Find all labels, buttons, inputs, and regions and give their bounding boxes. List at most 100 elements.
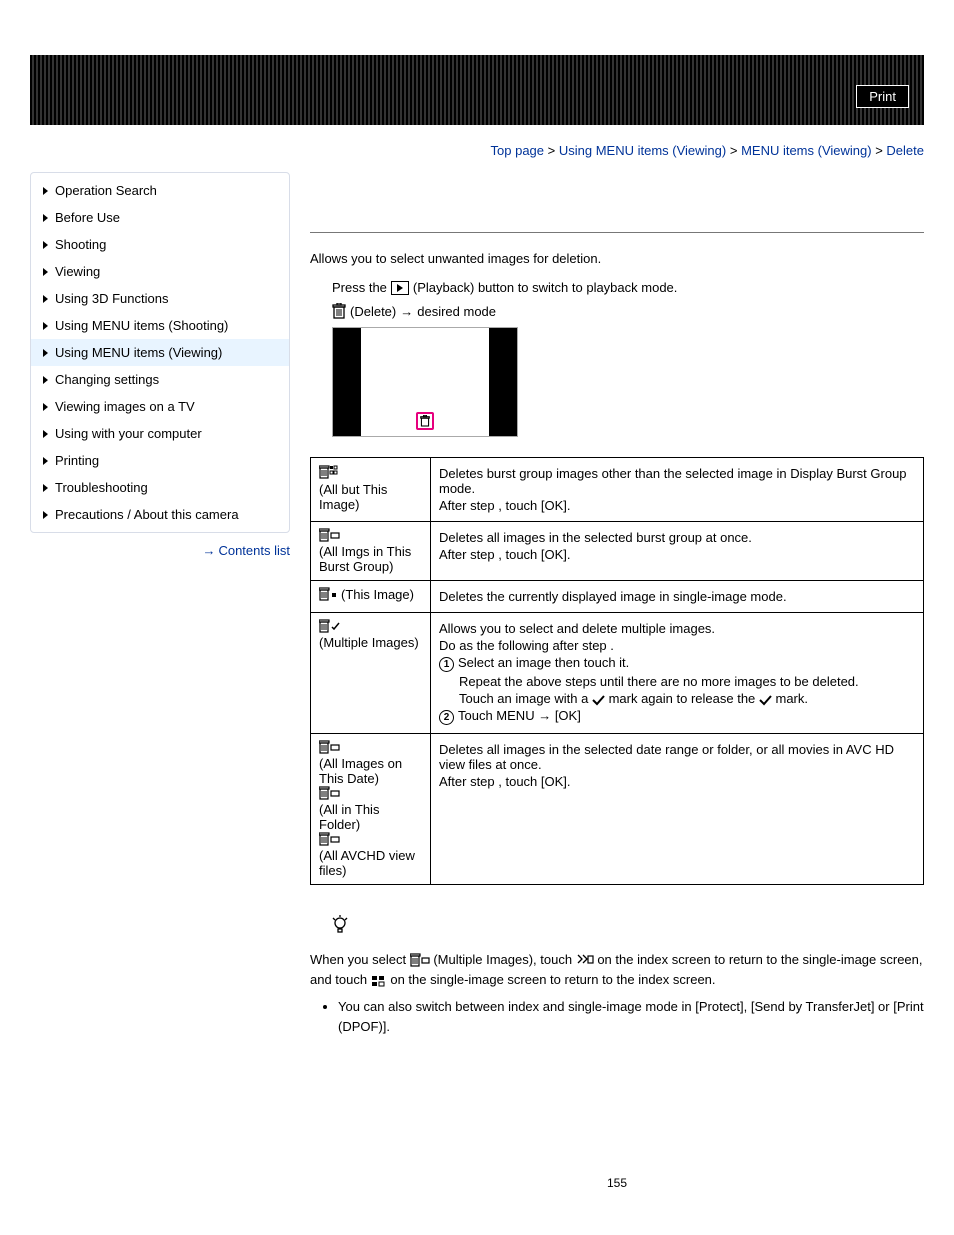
caret-right-icon xyxy=(43,484,48,492)
mode-label-cell: (Multiple Images) xyxy=(311,613,431,734)
mode-label: (Multiple Images) xyxy=(319,635,419,650)
caret-right-icon xyxy=(43,295,48,303)
mode-label: (This Image) xyxy=(341,587,414,602)
sidebar-item-label: Viewing xyxy=(55,264,100,279)
sidebar-item-label: Using MENU items (Shooting) xyxy=(55,318,228,333)
trash-variant-icon xyxy=(319,587,339,601)
desc-text: Do as the following after step . xyxy=(439,638,915,653)
desc-text: 2Touch MENU → [OK] xyxy=(439,708,915,725)
desc-text: Deletes the currently displayed image in… xyxy=(439,589,915,604)
caret-right-icon xyxy=(43,349,48,357)
mode-label-cell: (All Imgs in This Burst Group) xyxy=(311,522,431,581)
desc-text: After step , touch [OK]. xyxy=(439,547,915,562)
caret-right-icon xyxy=(43,322,48,330)
contents-list-link-wrap: →Contents list xyxy=(30,543,290,558)
breadcrumb-cat2[interactable]: MENU items (Viewing) xyxy=(741,143,872,158)
sidebar-item[interactable]: Using 3D Functions xyxy=(31,285,289,312)
sidebar-item[interactable]: Operation Search xyxy=(31,177,289,204)
mode-label: (All in This Folder) xyxy=(319,802,422,832)
mode-desc-cell: Deletes all images in the selected burst… xyxy=(431,522,924,581)
arrow-right-icon: → xyxy=(202,543,215,558)
divider xyxy=(310,232,924,233)
arrow-right-icon: → xyxy=(400,304,413,319)
trash-group-icon xyxy=(410,953,430,967)
intro-text: Allows you to select unwanted images for… xyxy=(310,251,924,266)
tip-icon xyxy=(332,915,924,938)
step-number-1-icon: 1 xyxy=(439,657,454,672)
desc-text: Deletes all images in the selected date … xyxy=(439,742,915,772)
screen-illustration xyxy=(332,327,518,437)
desc-text: After step , touch [OK]. xyxy=(439,774,915,789)
breadcrumb-current: Delete xyxy=(886,143,924,158)
step-2: (Delete) → desired mode xyxy=(332,303,924,319)
breadcrumb-top-page[interactable]: Top page xyxy=(491,143,545,158)
sidebar-item[interactable]: Using MENU items (Shooting) xyxy=(31,312,289,339)
trash-variant-icon xyxy=(319,786,341,800)
caret-right-icon xyxy=(43,403,48,411)
step-1: Press the (Playback) button to switch to… xyxy=(332,280,924,295)
sidebar-item[interactable]: Before Use xyxy=(31,204,289,231)
step-number-2-icon: 2 xyxy=(439,710,454,725)
sidebar-item-label: Using with your computer xyxy=(55,426,202,441)
sidebar-item-label: Operation Search xyxy=(55,183,157,198)
step1-text-b: (Playback) button to switch to playback … xyxy=(413,280,677,295)
trash-icon xyxy=(332,303,346,319)
trash-variant-icon xyxy=(319,528,341,542)
sidebar-item-label: Using MENU items (Viewing) xyxy=(55,345,222,360)
main-content: Allows you to select unwanted images for… xyxy=(310,172,924,1190)
tips-bullet-list: You can also switch between index and si… xyxy=(338,997,924,1036)
step2-text-a: (Delete) xyxy=(350,304,396,319)
breadcrumb-cat1[interactable]: Using MENU items (Viewing) xyxy=(559,143,726,158)
sidebar-item[interactable]: Using MENU items (Viewing) xyxy=(31,339,289,366)
desc-text: Repeat the above steps until there are n… xyxy=(459,674,915,689)
desc-text: 1Select an image then touch it. xyxy=(439,655,915,672)
sidebar-item[interactable]: Viewing images on a TV xyxy=(31,393,289,420)
desc-text: After step , touch [OK]. xyxy=(439,498,915,513)
caret-right-icon xyxy=(43,511,48,519)
sidebar-item-label: Printing xyxy=(55,453,99,468)
trash-variant-icon xyxy=(319,619,341,633)
table-row: (Multiple Images) Allows you to select an… xyxy=(311,613,924,734)
sidebar-item[interactable]: Printing xyxy=(31,447,289,474)
mode-desc-cell: Allows you to select and delete multiple… xyxy=(431,613,924,734)
mode-label: (All AVCHD view files) xyxy=(319,848,422,878)
desc-text: Deletes burst group images other than th… xyxy=(439,466,915,496)
desc-text: Allows you to select and delete multiple… xyxy=(439,621,915,636)
print-button[interactable]: Print xyxy=(856,85,909,108)
page-number: 155 xyxy=(310,1176,924,1190)
check-icon xyxy=(759,695,772,706)
sidebar-item[interactable]: Precautions / About this camera xyxy=(31,501,289,528)
sidebar-item-label: Viewing images on a TV xyxy=(55,399,195,414)
mode-desc-cell: Deletes the currently displayed image in… xyxy=(431,581,924,613)
mode-label: (All but This Image) xyxy=(319,482,422,512)
table-row: (All but This Image) Deletes burst group … xyxy=(311,458,924,522)
tips-text: When you select (Multiple Images), touch… xyxy=(310,950,924,989)
caret-right-icon xyxy=(43,457,48,465)
step1-text-a: Press the xyxy=(332,280,387,295)
sidebar-item-label: Precautions / About this camera xyxy=(55,507,239,522)
switch-single-icon xyxy=(576,953,594,967)
playback-icon xyxy=(391,281,409,295)
mode-desc-cell: Deletes all images in the selected date … xyxy=(431,734,924,885)
sidebar-item[interactable]: Troubleshooting xyxy=(31,474,289,501)
sidebar-item-label: Before Use xyxy=(55,210,120,225)
desc-text: Deletes all images in the selected burst… xyxy=(439,530,915,545)
sidebar-item[interactable]: Using with your computer xyxy=(31,420,289,447)
trash-variant-icon xyxy=(319,740,341,754)
caret-right-icon xyxy=(43,187,48,195)
mode-label-cell: (This Image) xyxy=(311,581,431,613)
caret-right-icon xyxy=(43,214,48,222)
caret-right-icon xyxy=(43,241,48,249)
caret-right-icon xyxy=(43,430,48,438)
mode-label-cell: (All Images on This Date)(All in This Fo… xyxy=(311,734,431,885)
sidebar-item[interactable]: Shooting xyxy=(31,231,289,258)
sidebar-item-label: Changing settings xyxy=(55,372,159,387)
sidebar-item-label: Shooting xyxy=(55,237,106,252)
sidebar-item[interactable]: Viewing xyxy=(31,258,289,285)
table-row: (All Images on This Date)(All in This Fo… xyxy=(311,734,924,885)
sidebar-item[interactable]: Changing settings xyxy=(31,366,289,393)
desc-text: Touch an image with a mark again to rele… xyxy=(459,691,915,706)
header-stripe: Print xyxy=(30,55,924,125)
contents-list-link[interactable]: Contents list xyxy=(218,543,290,558)
breadcrumb: Top page > Using MENU items (Viewing) > … xyxy=(30,143,924,158)
